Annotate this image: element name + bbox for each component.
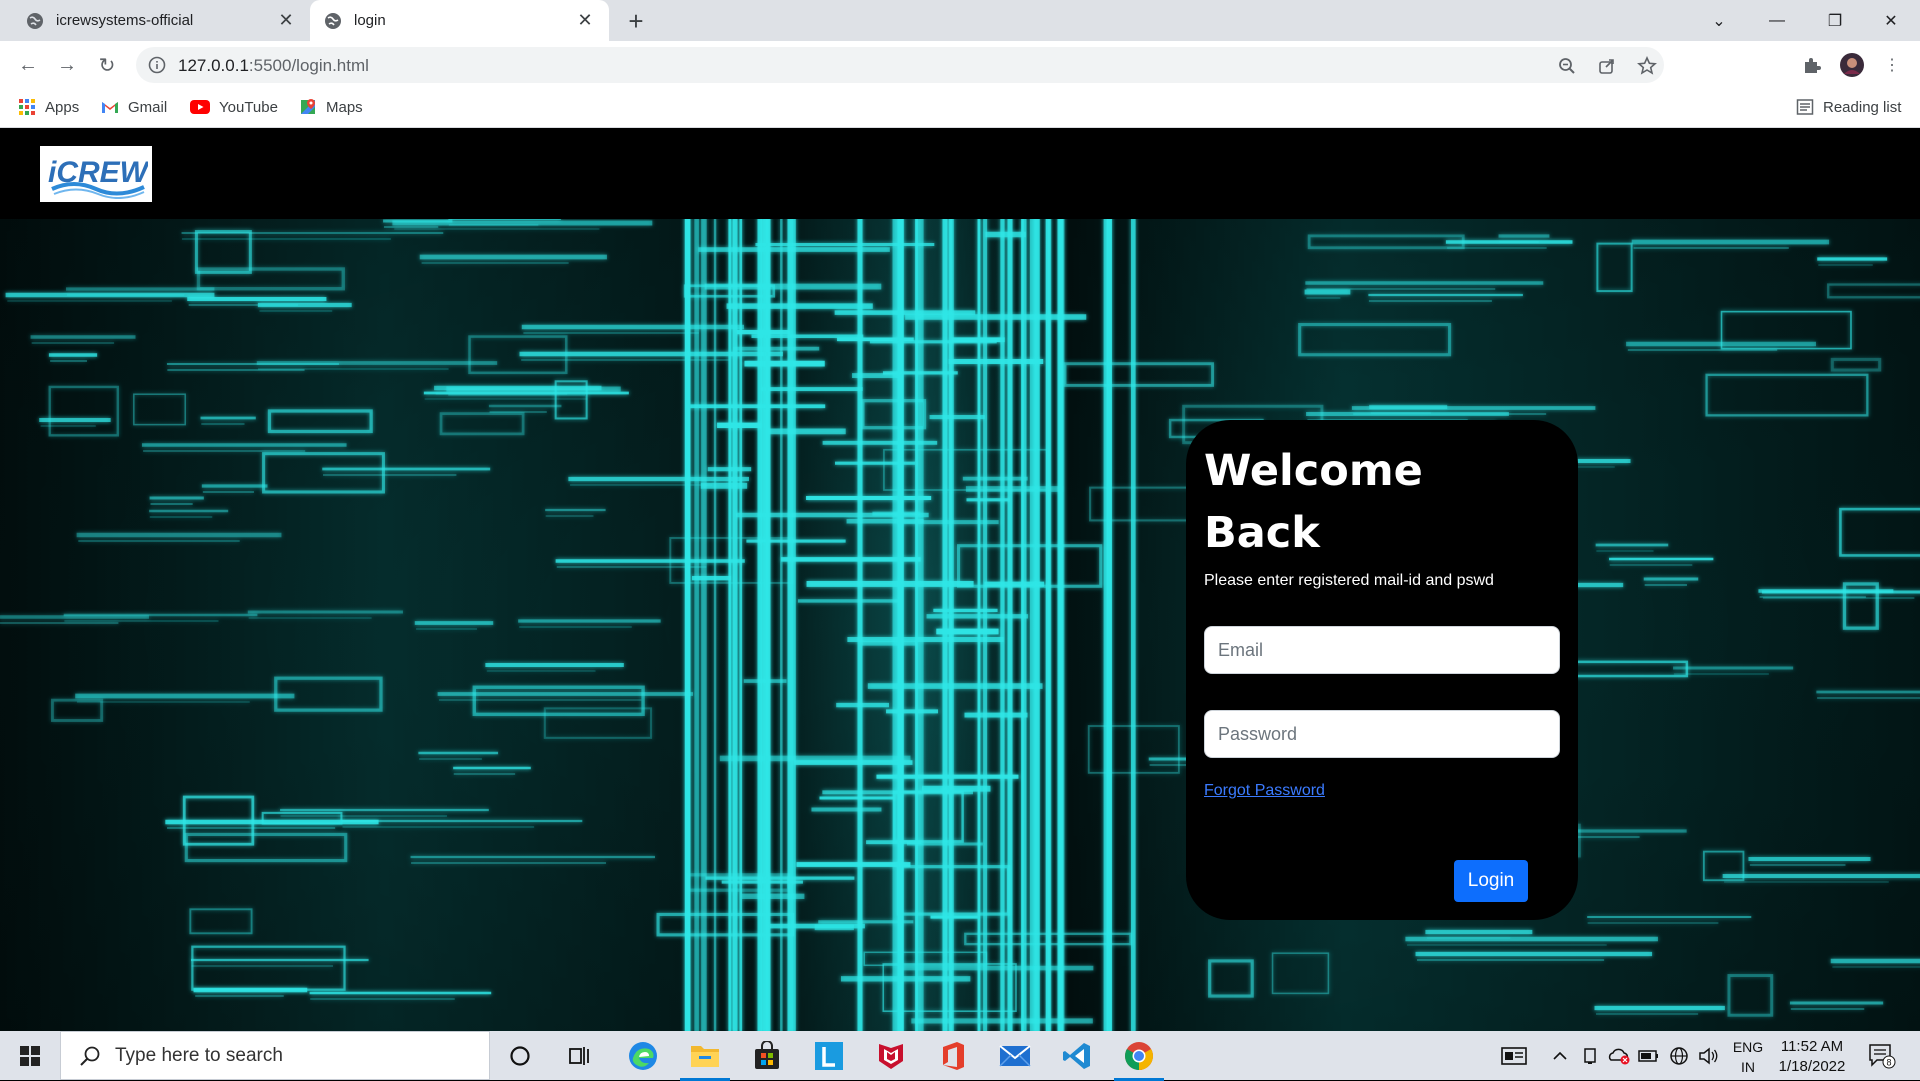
battery-icon[interactable] (1636, 1031, 1662, 1080)
youtube-icon (190, 100, 210, 114)
zoom-icon[interactable] (1556, 55, 1578, 77)
notification-count: 8 (1886, 1057, 1891, 1067)
show-hidden-icons-chevron-icon[interactable] (1548, 1031, 1572, 1080)
close-window-button[interactable]: ✕ (1862, 0, 1920, 41)
site-header: iCREW (0, 128, 1920, 219)
profile-avatar[interactable] (1838, 51, 1866, 79)
new-tab-button[interactable]: + (622, 8, 650, 36)
login-subtitle: Please enter registered mail-id and pswd (1204, 572, 1494, 589)
mcafee-icon[interactable] (872, 1037, 910, 1075)
browser-menu-icon[interactable]: ⋮ (1878, 51, 1906, 79)
edge-browser-icon[interactable] (624, 1037, 662, 1075)
region-code: IN (1741, 1059, 1755, 1075)
tab-title: icrewsystems-official (56, 12, 194, 29)
reload-icon[interactable]: ↻ (93, 51, 121, 79)
tab-login[interactable]: login ✕ (310, 0, 609, 41)
reading-list-label: Reading list (1823, 98, 1902, 116)
site-info-icon[interactable] (148, 56, 166, 74)
taskbar-search-box[interactable]: Type here to search (60, 1031, 490, 1080)
reading-list-button[interactable]: Reading list (1796, 98, 1901, 116)
forward-arrow-icon[interactable]: → (53, 51, 81, 79)
bookmark-label: YouTube (219, 98, 278, 116)
gmail-icon (102, 102, 118, 113)
tab-icrewsystems[interactable]: icrewsystems-official ✕ (12, 0, 310, 41)
close-tab-icon[interactable]: ✕ (573, 9, 597, 33)
bookmark-label: Apps (45, 98, 80, 116)
tab-title: login (354, 12, 386, 29)
login-button[interactable]: Login (1454, 860, 1528, 902)
language-code: ENG (1732, 1039, 1764, 1055)
bookmark-youtube[interactable]: YouTube (190, 98, 278, 116)
microsoft-store-icon[interactable] (748, 1037, 786, 1075)
apps-grid-icon (19, 99, 35, 115)
onedrive-error-icon[interactable] (1606, 1031, 1632, 1080)
maps-icon (301, 99, 315, 114)
lens-app-icon[interactable] (810, 1037, 848, 1075)
icrew-logo[interactable]: iCREW (40, 146, 152, 202)
extensions-puzzle-icon[interactable] (1798, 51, 1826, 79)
chrome-icon[interactable] (1114, 1037, 1164, 1081)
url-host: 127.0.0.1 (178, 56, 249, 75)
globe-icon (325, 12, 341, 29)
bookmark-maps[interactable]: Maps (299, 98, 363, 116)
url-text: 127.0.0.1:5500/login.html (178, 56, 369, 76)
office-icon[interactable] (934, 1037, 972, 1075)
vscode-icon[interactable] (1058, 1037, 1096, 1075)
circuit-pattern-image (0, 219, 1920, 1031)
news-widget-icon[interactable] (1496, 1031, 1532, 1080)
taskbar-search-placeholder: Type here to search (115, 1044, 283, 1066)
back-arrow-icon[interactable]: ← (14, 51, 42, 79)
login-title: Welcome Back (1204, 446, 1423, 558)
restore-button[interactable]: ❐ (1806, 0, 1864, 41)
browser-toolbar: ← → ↻ 127.0.0.1:5500/login.html ⋮ (0, 41, 1920, 89)
clock-time: 11:52 AM (1780, 1038, 1844, 1055)
device-icon[interactable] (1578, 1031, 1602, 1080)
file-explorer-icon[interactable] (680, 1037, 730, 1081)
bookmark-label: Gmail (128, 98, 168, 116)
bookmark-gmail[interactable]: Gmail (101, 98, 167, 116)
windows-taskbar: Type here to search ENG IN 11:52 AM 1/18… (0, 1031, 1920, 1081)
bookmark-label: Maps (326, 98, 363, 116)
volume-icon[interactable] (1696, 1031, 1722, 1080)
clock-date: 1/18/2022 (1778, 1058, 1846, 1075)
bookmarks-bar: Apps Gmail YouTube Maps Reading list (0, 89, 1920, 128)
forgot-password-link[interactable]: Forgot Password (1204, 782, 1325, 800)
mail-icon[interactable] (996, 1037, 1034, 1075)
password-field[interactable] (1204, 710, 1560, 758)
taskbar-clock[interactable]: 11:52 AM 1/18/2022 (1772, 1037, 1852, 1077)
task-view-icon[interactable] (561, 1037, 599, 1075)
network-globe-icon[interactable] (1666, 1031, 1692, 1080)
globe-icon (27, 12, 43, 29)
cortana-icon[interactable] (501, 1037, 539, 1075)
reading-list-icon (1796, 99, 1814, 115)
bookmark-star-icon[interactable] (1636, 55, 1658, 77)
tab-search-chevron-icon[interactable]: ⌄ (1690, 0, 1748, 41)
address-bar[interactable]: 127.0.0.1:5500/login.html (136, 47, 1664, 83)
email-field[interactable] (1204, 626, 1560, 674)
login-card: Welcome Back Please enter registered mai… (1186, 420, 1578, 920)
input-language-indicator[interactable]: ENG IN (1730, 1037, 1766, 1077)
notification-center-icon[interactable]: 8 (1864, 1031, 1900, 1080)
windows-start-button[interactable] (0, 1031, 60, 1080)
page-viewport: iCREW Welcome Back Please enter register… (0, 128, 1920, 1031)
circuit-background: Welcome Back Please enter registered mai… (0, 219, 1920, 1031)
close-tab-icon[interactable]: ✕ (274, 9, 298, 33)
share-icon[interactable] (1596, 55, 1618, 77)
bookmark-apps[interactable]: Apps (18, 98, 79, 116)
url-path: :5500/login.html (248, 56, 369, 75)
search-icon (80, 1046, 100, 1066)
minimize-button[interactable]: — (1748, 0, 1806, 41)
browser-tab-strip: icrewsystems-official ✕ login ✕ + ⌄ — ❐ … (0, 0, 1920, 41)
windows-logo-icon (20, 1045, 40, 1066)
